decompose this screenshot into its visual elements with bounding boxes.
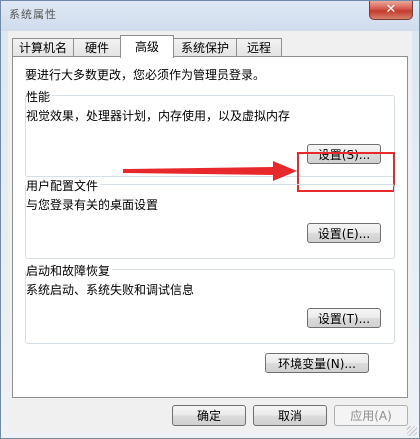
performance-title: 性能 bbox=[26, 88, 53, 105]
startup-recovery-settings-button[interactable]: 设置(T)... bbox=[307, 308, 381, 328]
startup-recovery-desc: 系统启动、系统失败和调试信息 bbox=[26, 283, 195, 297]
title-bar[interactable]: 系统属性 ✕ bbox=[1, 1, 419, 29]
dialog-client-area: 计算机名 硬件 高级 系统保护 远程 要进行大多数更改，您必须作为管理员登录。 … bbox=[8, 31, 412, 431]
resize-grip-icon[interactable] bbox=[407, 426, 417, 436]
user-profiles-settings-button[interactable]: 设置(E)... bbox=[307, 223, 381, 243]
advanced-tab-panel: 要进行大多数更改，您必须作为管理员登录。 性能 视觉效果，处理器计划，内存使用，… bbox=[12, 56, 408, 398]
cancel-button[interactable]: 取消 bbox=[253, 405, 327, 426]
tab-remote[interactable]: 远程 bbox=[236, 38, 282, 57]
user-profiles-title: 用户配置文件 bbox=[26, 177, 101, 194]
system-properties-window: 系统属性 ✕ 计算机名 硬件 高级 系统保护 远程 要进行大多数更改，您必须作为… bbox=[0, 0, 420, 439]
startup-recovery-title: 启动和故障恢复 bbox=[26, 262, 113, 279]
red-arrow-icon bbox=[123, 161, 297, 181]
user-profiles-group: 用户配置文件 与您登录有关的桌面设置 设置(E)... bbox=[25, 177, 395, 259]
tab-system-protection[interactable]: 系统保护 bbox=[173, 38, 237, 57]
performance-desc: 视觉效果，处理器计划，内存使用，以及虚拟内存 bbox=[26, 109, 291, 123]
tab-hardware[interactable]: 硬件 bbox=[73, 38, 121, 57]
admin-note: 要进行大多数更改，您必须作为管理员登录。 bbox=[25, 68, 266, 82]
environment-variables-button[interactable]: 环境变量(N)... bbox=[265, 353, 369, 373]
tab-advanced[interactable]: 高级 bbox=[120, 35, 174, 58]
apply-button[interactable]: 应用(A) bbox=[334, 405, 408, 426]
window-title: 系统属性 bbox=[9, 8, 57, 21]
ok-button[interactable]: 确定 bbox=[172, 405, 246, 426]
tab-computer-name[interactable]: 计算机名 bbox=[12, 38, 74, 57]
close-button[interactable]: ✕ bbox=[369, 1, 413, 20]
user-profiles-desc: 与您登录有关的桌面设置 bbox=[26, 198, 159, 212]
startup-recovery-group: 启动和故障恢复 系统启动、系统失败和调试信息 设置(T)... bbox=[25, 262, 395, 344]
